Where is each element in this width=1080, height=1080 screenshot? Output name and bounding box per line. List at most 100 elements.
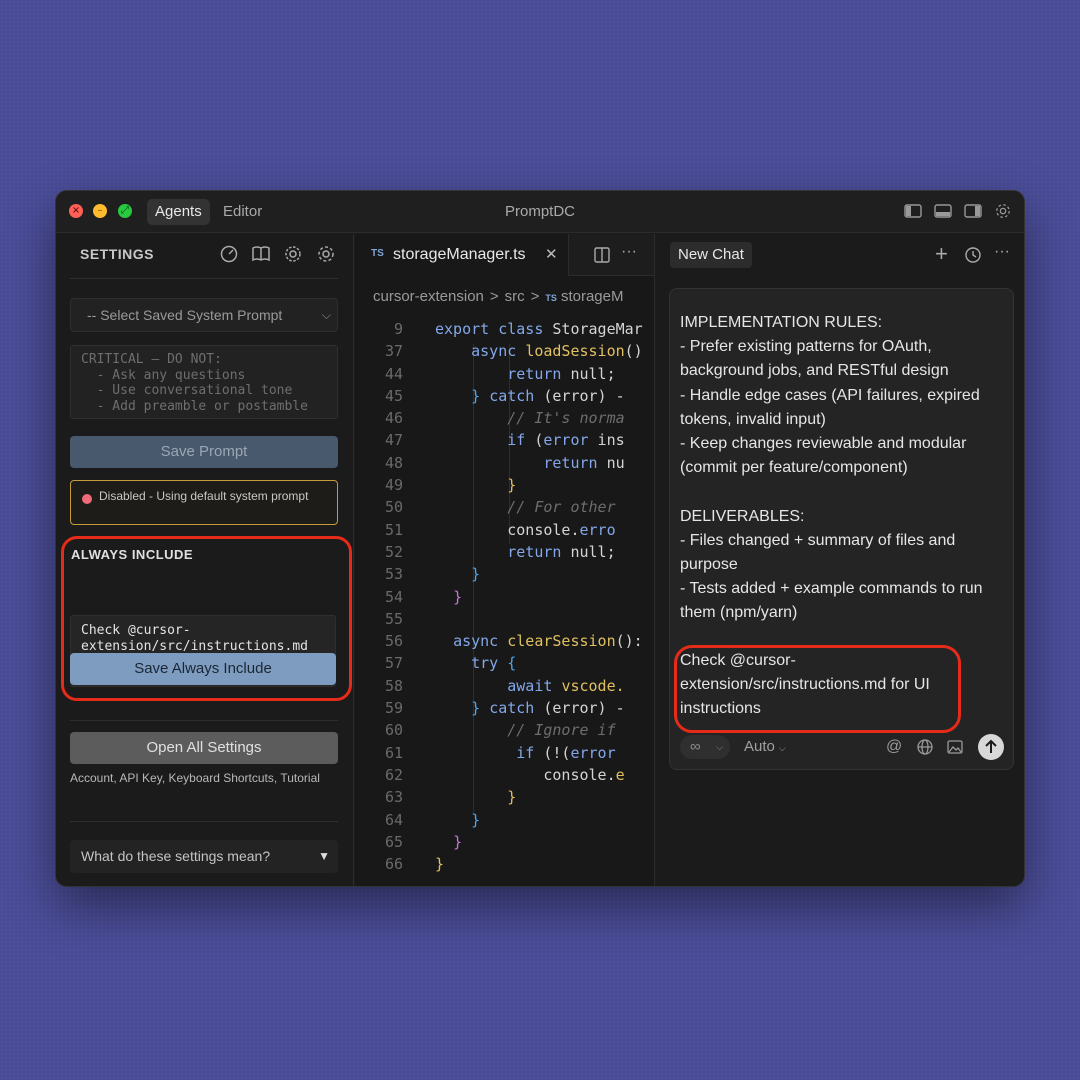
- more-icon[interactable]: ···: [621, 244, 639, 264]
- line-number: 58: [384, 676, 403, 695]
- history-icon[interactable]: [964, 246, 982, 264]
- line-number: 52: [384, 542, 403, 561]
- code-text[interactable]: return null;: [435, 541, 615, 563]
- code-line: 47 if (error ins: [355, 429, 654, 451]
- line-number: 61: [384, 743, 403, 762]
- breadcrumb: cursor-extension > src > TS storageM: [373, 288, 624, 305]
- breadcrumb-item[interactable]: src: [505, 288, 525, 305]
- gear-icon[interactable]: [994, 203, 1012, 219]
- model-selector[interactable]: Auto ⌵: [744, 735, 786, 760]
- chevron-down-icon: ⌵: [321, 308, 331, 322]
- code-line: 9 export class StorageMar: [355, 318, 654, 340]
- open-all-settings-button[interactable]: Open All Settings: [70, 732, 338, 764]
- system-prompt-textarea[interactable]: CRITICAL – DO NOT: - Ask any questions -…: [70, 345, 338, 419]
- code-text[interactable]: }: [435, 586, 462, 608]
- tab-new-chat[interactable]: New Chat: [670, 242, 752, 268]
- bot-icon[interactable]: [283, 244, 303, 264]
- line-number: 44: [384, 364, 403, 383]
- model-label: Auto: [744, 738, 775, 755]
- app-window: × – ⤢ Agents Editor PromptDC SETTINGS --…: [55, 190, 1025, 887]
- tab-storage-manager[interactable]: TS storageManager.ts ✕: [355, 234, 569, 276]
- chevron-down-icon: ⌵: [716, 742, 723, 752]
- code-line: 65 }: [355, 831, 654, 853]
- code-text[interactable]: }: [435, 853, 444, 875]
- code-text[interactable]: }: [435, 831, 462, 853]
- code-line: 49 }: [355, 474, 654, 496]
- status-text: Disabled - Using default system prompt: [99, 489, 309, 503]
- app-title: PromptDC: [504, 203, 575, 220]
- line-number: 60: [384, 721, 403, 740]
- code-line: 55: [355, 608, 654, 630]
- divider: [70, 716, 338, 721]
- split-editor-icon[interactable]: [593, 246, 611, 264]
- globe-icon[interactable]: [916, 738, 934, 756]
- highlight-ring: [61, 536, 352, 701]
- line-number: 63: [384, 788, 403, 807]
- chat-message: IMPLEMENTATION RULES: - Prefer existing …: [680, 314, 983, 622]
- code-text[interactable]: // For other: [435, 496, 615, 518]
- close-tab-icon[interactable]: ✕: [545, 245, 558, 263]
- line-number: 50: [384, 498, 403, 517]
- dashboard-icon[interactable]: [219, 244, 239, 264]
- code-line: 66}: [355, 853, 654, 875]
- code-text[interactable]: } catch (error) -: [435, 385, 625, 407]
- code-text[interactable]: try {: [435, 652, 516, 674]
- highlight-ring: [674, 645, 961, 733]
- code-text[interactable]: // Ignore if: [435, 719, 615, 741]
- caret-down-icon: ▼: [318, 849, 330, 863]
- toggle-left-panel-icon[interactable]: [904, 203, 922, 219]
- line-number: 65: [384, 832, 403, 851]
- image-icon[interactable]: [946, 738, 964, 756]
- breadcrumb-item[interactable]: cursor-extension: [373, 288, 484, 305]
- mention-icon[interactable]: @: [886, 738, 904, 756]
- code-text[interactable]: return null;: [435, 363, 615, 385]
- code-line: 51 console.erro: [355, 519, 654, 541]
- code-text[interactable]: export class StorageMar: [435, 318, 643, 340]
- line-number: 49: [384, 476, 403, 495]
- breadcrumb-item[interactable]: storageM: [561, 288, 624, 305]
- line-number: 59: [384, 699, 403, 718]
- plus-icon[interactable]: +: [935, 243, 953, 265]
- divider: [70, 817, 338, 822]
- code-text[interactable]: // It's norma: [435, 407, 624, 429]
- code-lines: 9 export class StorageMar 37 async loadSes…: [355, 318, 654, 875]
- divider: [70, 274, 338, 279]
- code-line: 48 return nu: [355, 452, 654, 474]
- editor-tab-bar: TS storageManager.ts ✕ ···: [355, 234, 654, 276]
- code-text[interactable]: console.erro: [435, 519, 615, 541]
- code-text[interactable]: }: [435, 474, 516, 496]
- line-number: 66: [384, 855, 403, 874]
- code-text[interactable]: await vscode.: [435, 675, 624, 697]
- code-text[interactable]: async clearSession():: [435, 630, 643, 652]
- saved-prompt-select[interactable]: -- Select Saved System Prompt ⌵: [70, 298, 338, 332]
- code-text[interactable]: if (!(error: [435, 742, 615, 764]
- code-text[interactable]: } catch (error) -: [435, 697, 625, 719]
- code-line: 60 // Ignore if: [355, 719, 654, 741]
- open-settings-description: Account, API Key, Keyboard Shortcuts, Tu…: [70, 771, 320, 785]
- code-text[interactable]: }: [435, 563, 480, 585]
- settings-gear-icon[interactable]: [316, 244, 336, 264]
- code-line: 54 }: [355, 586, 654, 608]
- code-line: 63 }: [355, 786, 654, 808]
- line-number: 55: [384, 609, 403, 628]
- chat-toolbar: ∞ ⌵ Auto ⌵ @: [680, 733, 1005, 761]
- code-line: 44 return null;: [355, 363, 654, 385]
- settings-help-toggle[interactable]: What do these settings mean? ▼: [70, 840, 338, 873]
- toggle-bottom-panel-icon[interactable]: [934, 203, 952, 219]
- code-text[interactable]: if (error ins: [435, 429, 624, 451]
- code-editor: TS storageManager.ts ✕ ··· cursor-extens…: [355, 234, 655, 886]
- more-icon[interactable]: ···: [994, 244, 1012, 264]
- toggle-right-panel-icon[interactable]: [964, 203, 982, 219]
- send-button[interactable]: [978, 734, 1004, 760]
- code-text[interactable]: }: [435, 786, 516, 808]
- line-number: 56: [384, 632, 403, 651]
- code-text[interactable]: }: [435, 809, 480, 831]
- code-text[interactable]: async loadSession(): [435, 340, 643, 362]
- agent-mode-selector[interactable]: ∞ ⌵: [680, 735, 730, 759]
- code-text[interactable]: console.e: [435, 764, 624, 786]
- save-prompt-button[interactable]: Save Prompt: [70, 436, 338, 468]
- book-icon[interactable]: [251, 244, 271, 264]
- code-text[interactable]: return nu: [435, 452, 624, 474]
- code-line: 52 return null;: [355, 541, 654, 563]
- chat-input-box[interactable]: IMPLEMENTATION RULES: - Prefer existing …: [669, 288, 1014, 770]
